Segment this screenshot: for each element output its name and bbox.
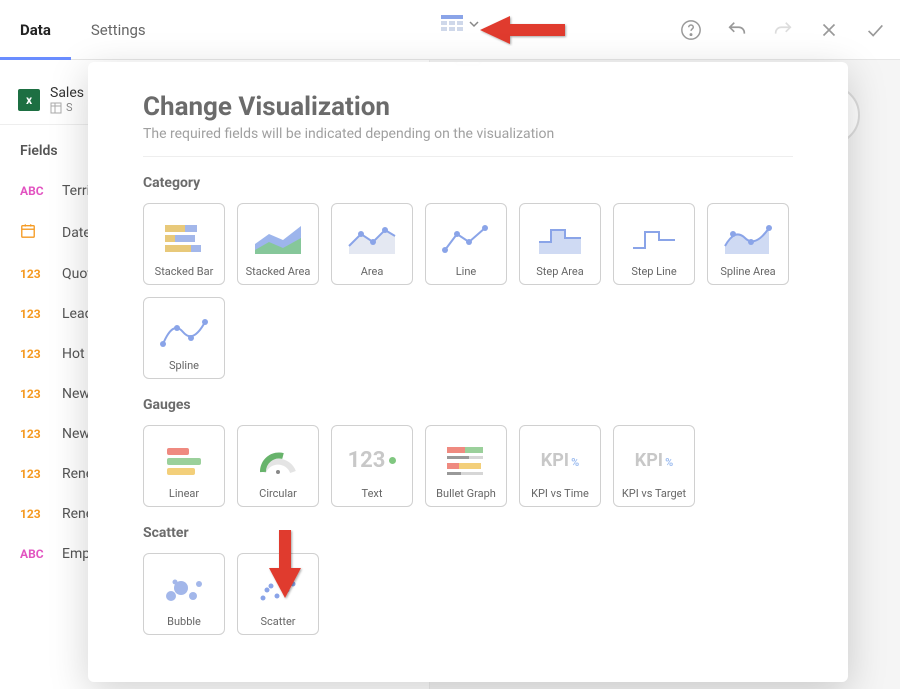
help-button[interactable] — [676, 15, 706, 45]
viz-option-label: KPI vs Time — [531, 488, 589, 500]
field-type-badge: ABC — [20, 547, 50, 561]
viz-option-kpi-vs-time[interactable]: KPI%KPI vs Time — [519, 425, 601, 507]
viz-glyph-icon — [618, 212, 690, 266]
viz-option-label: Linear — [169, 488, 199, 500]
tab-settings[interactable]: Settings — [71, 0, 166, 60]
field-type-badge: 123 — [20, 387, 50, 401]
viz-option-label: Step Line — [631, 266, 676, 278]
viz-glyph-icon — [148, 434, 220, 488]
field-type-badge: 123 — [20, 347, 50, 361]
viz-glyph-icon: KPI% — [524, 434, 596, 488]
viz-option-area[interactable]: Area — [331, 203, 413, 285]
viz-glyph-icon — [242, 212, 314, 266]
calendar-icon — [20, 223, 50, 242]
viz-option-linear[interactable]: Linear — [143, 425, 225, 507]
viz-glyph-icon — [242, 562, 314, 616]
undo-button[interactable] — [722, 15, 752, 45]
grid-chart-icon — [440, 14, 464, 34]
viz-option-stacked-area[interactable]: Stacked Area — [237, 203, 319, 285]
viz-option-label: KPI vs Target — [622, 488, 686, 500]
viz-option-label: Step Area — [536, 266, 584, 278]
viz-glyph-icon — [148, 562, 220, 616]
viz-option-kpi-vs-target[interactable]: KPI%KPI vs Target — [613, 425, 695, 507]
viz-option-bullet-graph[interactable]: Bullet Graph — [425, 425, 507, 507]
scatter-row: Bubble Scatter — [143, 553, 793, 635]
viz-glyph-icon — [524, 212, 596, 266]
top-bar: Data Settings — [0, 0, 900, 60]
viz-option-spline[interactable]: Spline — [143, 297, 225, 379]
viz-option-stacked-bar[interactable]: Stacked Bar — [143, 203, 225, 285]
viz-option-step-line[interactable]: Step Line — [613, 203, 695, 285]
viz-option-text[interactable]: 123Text — [331, 425, 413, 507]
viz-glyph-icon — [336, 212, 408, 266]
chevron-down-icon — [468, 18, 480, 30]
viz-option-label: Text — [362, 488, 383, 500]
field-type-badge: 123 — [20, 427, 50, 441]
viz-glyph-icon — [712, 212, 784, 266]
field-type-badge: 123 — [20, 307, 50, 321]
category-row: Stacked Bar Stacked Area Area Line Step Area… — [143, 203, 793, 379]
confirm-button[interactable] — [860, 15, 890, 45]
viz-option-label: Spline — [169, 360, 199, 372]
viz-option-label: Line — [456, 266, 477, 278]
viz-option-label: Circular — [259, 488, 297, 500]
viz-option-label: Spline Area — [720, 266, 775, 278]
viz-option-label: Area — [361, 266, 384, 278]
viz-option-label: Bubble — [167, 616, 201, 628]
viz-option-label: Scatter — [260, 616, 295, 628]
close-button[interactable] — [814, 15, 844, 45]
visualization-dropdown-trigger[interactable] — [440, 14, 480, 34]
datasource-name: Sales — [50, 85, 84, 101]
excel-icon: x — [18, 89, 40, 111]
viz-option-step-area[interactable]: Step Area — [519, 203, 601, 285]
change-visualization-popover: Change Visualization The required fields… — [88, 62, 848, 682]
field-type-badge: 123 — [20, 467, 50, 481]
viz-option-circular[interactable]: Circular — [237, 425, 319, 507]
section-category-title: Category — [143, 175, 793, 191]
field-type-badge: 123 — [20, 267, 50, 281]
section-gauges-title: Gauges — [143, 397, 793, 413]
viz-option-line[interactable]: Line — [425, 203, 507, 285]
field-label: Date — [62, 225, 91, 241]
datasource-sheet: S — [50, 101, 84, 114]
viz-option-label: Stacked Area — [246, 266, 311, 278]
tab-data[interactable]: Data — [0, 0, 71, 60]
section-scatter-title: Scatter — [143, 525, 793, 541]
viz-option-bubble[interactable]: Bubble — [143, 553, 225, 635]
viz-option-scatter[interactable]: Scatter — [237, 553, 319, 635]
viz-glyph-icon — [430, 434, 502, 488]
popover-title: Change Visualization — [143, 92, 793, 122]
viz-option-spline-area[interactable]: Spline Area — [707, 203, 789, 285]
field-type-badge: 123 — [20, 507, 50, 521]
tab-strip: Data Settings — [0, 0, 166, 59]
viz-option-label: Stacked Bar — [155, 266, 214, 278]
viz-option-label: Bullet Graph — [436, 488, 496, 500]
redo-button[interactable] — [768, 15, 798, 45]
viz-glyph-icon — [148, 212, 220, 266]
gauges-row: LinearCircular123TextBullet GraphKPI%KPI… — [143, 425, 793, 507]
viz-glyph-icon — [148, 306, 220, 360]
field-type-badge: ABC — [20, 184, 50, 198]
viz-glyph-icon — [430, 212, 502, 266]
viz-glyph-icon: 123 — [336, 434, 408, 488]
popover-subtitle: The required fields will be indicated de… — [143, 126, 793, 157]
viz-glyph-icon: KPI% — [618, 434, 690, 488]
top-action-bar — [676, 0, 890, 60]
viz-glyph-icon — [242, 434, 314, 488]
